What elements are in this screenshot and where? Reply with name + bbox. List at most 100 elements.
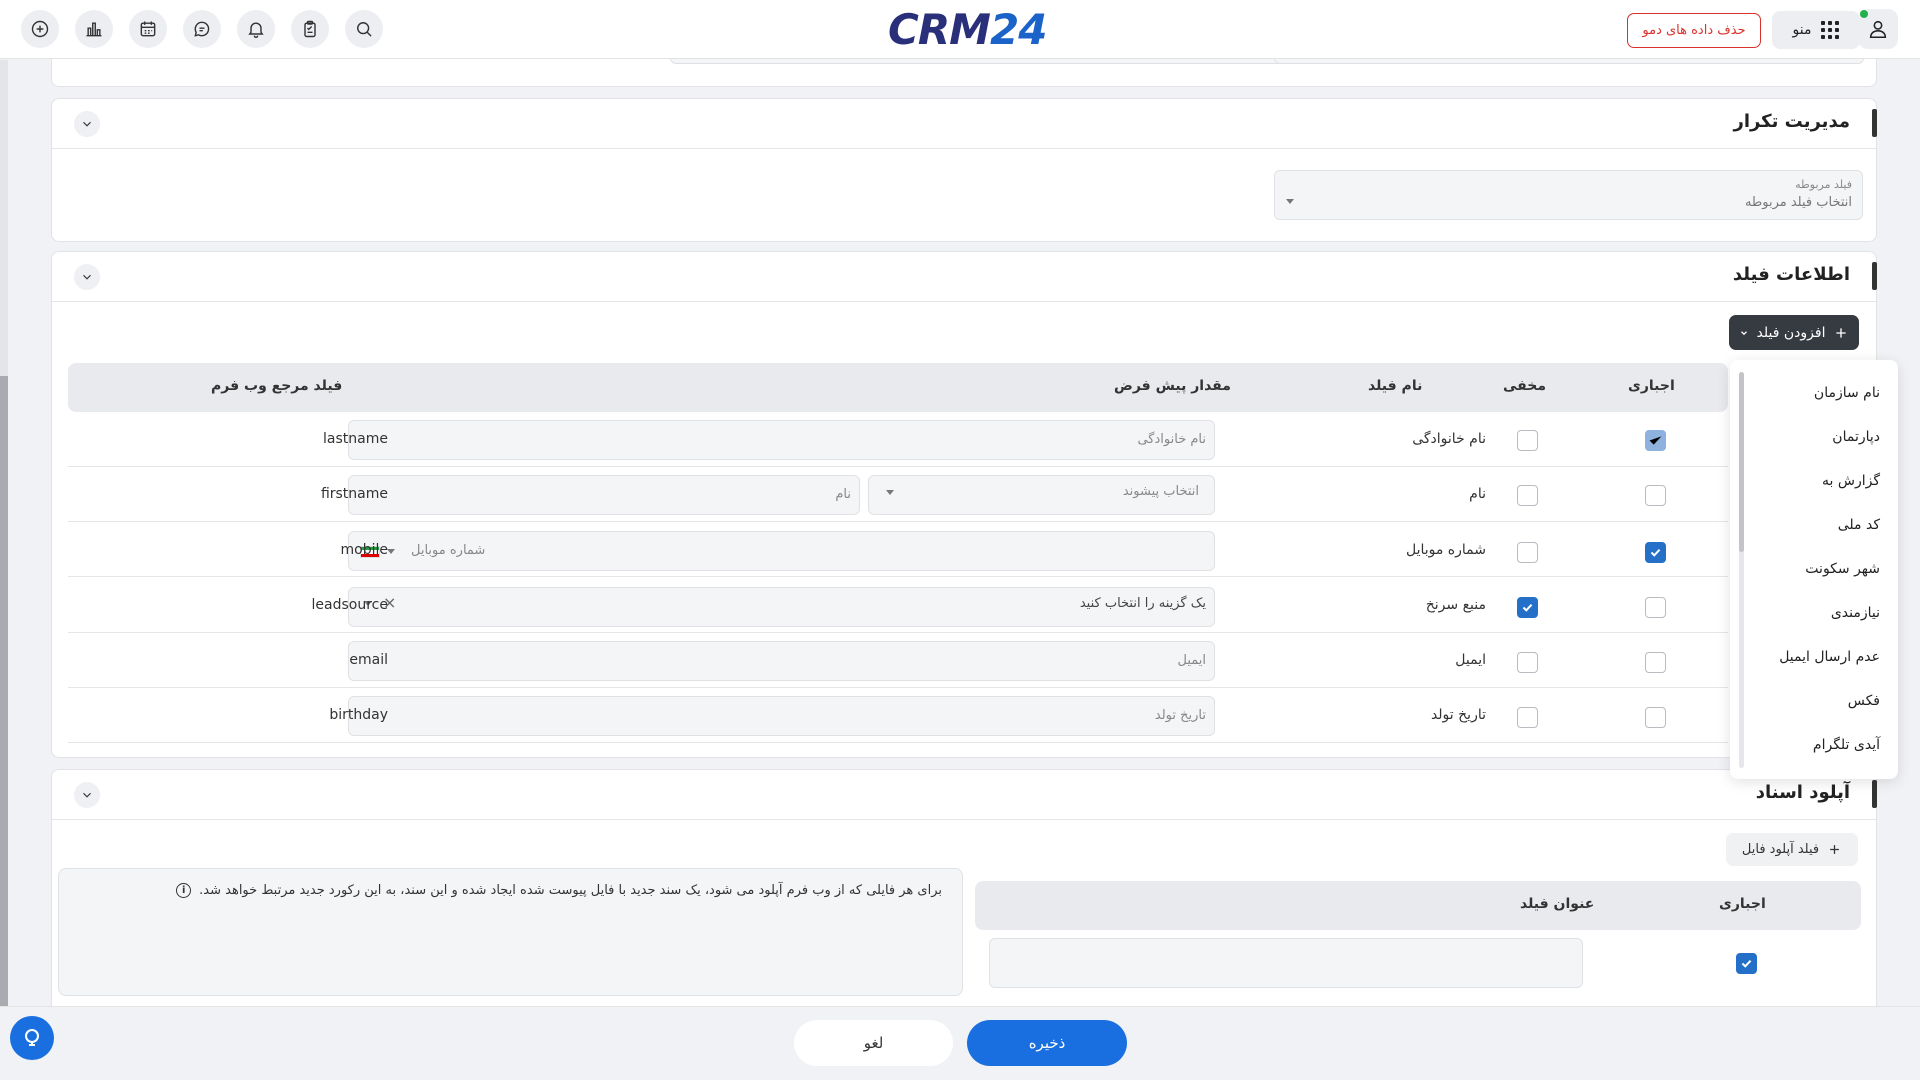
- chat-icon[interactable]: [183, 10, 221, 48]
- upload-field-title-input[interactable]: [989, 938, 1583, 988]
- col-required: اجباری: [1628, 378, 1675, 394]
- top-bar: CRM 24 حذف داده های دمو منو: [0, 0, 1920, 59]
- chevron-down-icon[interactable]: [74, 111, 100, 137]
- default-value-input[interactable]: تاریخ تولد: [348, 696, 1215, 736]
- section-header[interactable]: مدیریت تکرار: [52, 99, 1877, 149]
- default-value-input[interactable]: نام: [348, 475, 860, 515]
- hidden-checkbox[interactable]: [1517, 707, 1538, 728]
- user-profile-button[interactable]: [1858, 9, 1898, 49]
- dropdown-item[interactable]: دپارتمان: [1832, 429, 1880, 445]
- required-checkbox[interactable]: [1645, 542, 1666, 563]
- required-checkbox[interactable]: [1645, 652, 1666, 673]
- col-field-title: عنوان فیلد: [1520, 896, 1595, 912]
- hidden-checkbox[interactable]: [1517, 430, 1538, 451]
- ref-field: firstname: [320, 486, 388, 502]
- delete-demo-data-button[interactable]: حذف داده های دمو: [1627, 13, 1761, 48]
- chevron-down-icon[interactable]: [74, 782, 100, 808]
- chart-icon[interactable]: [75, 10, 113, 48]
- online-status-dot: [1860, 10, 1868, 18]
- dropdown-item[interactable]: شهر سکونت: [1805, 561, 1880, 577]
- field-name: تاریخ تولد: [1430, 707, 1486, 723]
- dropdown-item[interactable]: کد ملی: [1838, 517, 1880, 533]
- required-checkbox[interactable]: [1645, 430, 1666, 451]
- section-header[interactable]: آپلود اسناد: [52, 770, 1877, 820]
- hidden-checkbox[interactable]: [1517, 597, 1538, 618]
- section-accent-bar: [1872, 262, 1877, 290]
- hidden-checkbox[interactable]: [1517, 542, 1538, 563]
- ref-field: lastname: [323, 431, 388, 447]
- dropdown-item[interactable]: نیازمندی: [1831, 605, 1880, 621]
- caret-down-icon: [387, 549, 395, 554]
- info-text: برای هر فایلی که از وب فرم آپلود می شود،…: [199, 883, 942, 898]
- field-name: نام: [1469, 486, 1486, 502]
- calendar-icon[interactable]: [129, 10, 167, 48]
- table-row: ایمیل ایمیل email: [68, 633, 1728, 688]
- section-title: آپلود اسناد: [1755, 782, 1850, 803]
- col-ref-field: فیلد مرجع وب فرم: [211, 378, 343, 394]
- related-field-placeholder: انتخاب فیلد مربوطه: [1744, 195, 1852, 210]
- search-icon[interactable]: [345, 10, 383, 48]
- plus-icon: [1836, 327, 1847, 338]
- bell-icon[interactable]: [237, 10, 275, 48]
- field-name: ایمیل: [1455, 652, 1486, 668]
- upload-required-checkbox[interactable]: [1736, 953, 1757, 974]
- logo-part2: 24: [989, 4, 1047, 54]
- required-checkbox[interactable]: [1645, 485, 1666, 506]
- hidden-checkbox[interactable]: [1517, 652, 1538, 673]
- page-scrollbar[interactable]: [0, 60, 8, 1080]
- cancel-button[interactable]: لغو: [794, 1020, 953, 1066]
- mobile-input[interactable]: شماره موبایل: [348, 531, 1215, 571]
- support-chat-button[interactable]: [10, 1016, 54, 1060]
- prefix-select[interactable]: انتخاب پیشوند: [868, 475, 1215, 515]
- dropdown-item[interactable]: نام سازمان: [1814, 385, 1880, 401]
- table-row: تاریخ تولد تاریخ تولد birthday: [68, 688, 1728, 743]
- dropdown-item[interactable]: آیدی تلگرام: [1813, 737, 1880, 753]
- required-checkbox[interactable]: [1645, 707, 1666, 728]
- section-header[interactable]: اطلاعات فیلد: [52, 252, 1877, 302]
- dropdown-item[interactable]: فکس: [1848, 693, 1880, 709]
- default-value-input[interactable]: نام خانوادگی: [348, 420, 1215, 460]
- section-accent-bar: [1872, 780, 1877, 808]
- user-icon: [1869, 20, 1887, 39]
- ref-field: leadsource: [311, 597, 388, 613]
- clipboard-icon[interactable]: [291, 10, 329, 48]
- info-icon: i: [176, 883, 192, 898]
- menu-button[interactable]: منو: [1772, 11, 1860, 49]
- ref-field: birthday: [329, 707, 388, 723]
- hidden-checkbox[interactable]: [1517, 485, 1538, 506]
- related-field-label: فیلد مربوطه: [1795, 178, 1852, 191]
- ref-field: mobile: [340, 542, 388, 558]
- lead-source-select[interactable]: یک گزینه را انتخاب کنید ×: [348, 587, 1215, 627]
- default-value-input[interactable]: ایمیل: [348, 641, 1215, 681]
- add-icon[interactable]: [21, 10, 59, 48]
- fields-table-header: اجباری مخفی نام فیلد مقدار پیش فرض فیلد …: [68, 363, 1728, 412]
- dropdown-scrollbar[interactable]: [1739, 372, 1744, 768]
- caret-down-icon: [886, 490, 894, 495]
- dropdown-item[interactable]: عدم ارسال ایمیل: [1779, 649, 1880, 665]
- upload-field-button[interactable]: فیلد آپلود فایل: [1726, 833, 1858, 866]
- col-default-value: مقدار پیش فرض: [1114, 378, 1231, 394]
- menu-label: منو: [1792, 22, 1812, 38]
- field-name: شماره موبایل: [1405, 542, 1486, 558]
- upload-table-header: اجباری عنوان فیلد: [975, 881, 1861, 930]
- page-scrollbar-thumb[interactable]: [0, 376, 8, 1066]
- col-field-name: نام فیلد: [1368, 378, 1423, 394]
- logo-part1: CRM: [888, 4, 991, 54]
- add-field-label: افزودن فیلد: [1756, 324, 1826, 341]
- dropdown-item[interactable]: گزارش به: [1822, 473, 1880, 489]
- table-row: شماره موبایل شماره موبایل mobile: [68, 522, 1728, 577]
- required-checkbox[interactable]: [1645, 597, 1666, 618]
- table-row: نام خانوادگی نام خانوادگی lastname: [68, 412, 1728, 467]
- related-field-select[interactable]: فیلد مربوطه انتخاب فیلد مربوطه: [1274, 170, 1863, 220]
- input-placeholder: تاریخ تولد: [1154, 708, 1206, 723]
- input-placeholder: شماره موبایل: [411, 543, 486, 558]
- app-logo[interactable]: CRM 24: [888, 4, 1047, 54]
- caret-down-icon: [1286, 199, 1294, 204]
- col-hidden: مخفی: [1503, 378, 1546, 394]
- col-required: اجباری: [1719, 896, 1766, 912]
- plus-icon: [1830, 845, 1839, 854]
- footer-bar: [0, 1006, 1920, 1080]
- add-field-button[interactable]: افزودن فیلد: [1729, 315, 1859, 350]
- chevron-down-icon[interactable]: [74, 264, 100, 290]
- save-button[interactable]: ذخیره: [967, 1020, 1127, 1066]
